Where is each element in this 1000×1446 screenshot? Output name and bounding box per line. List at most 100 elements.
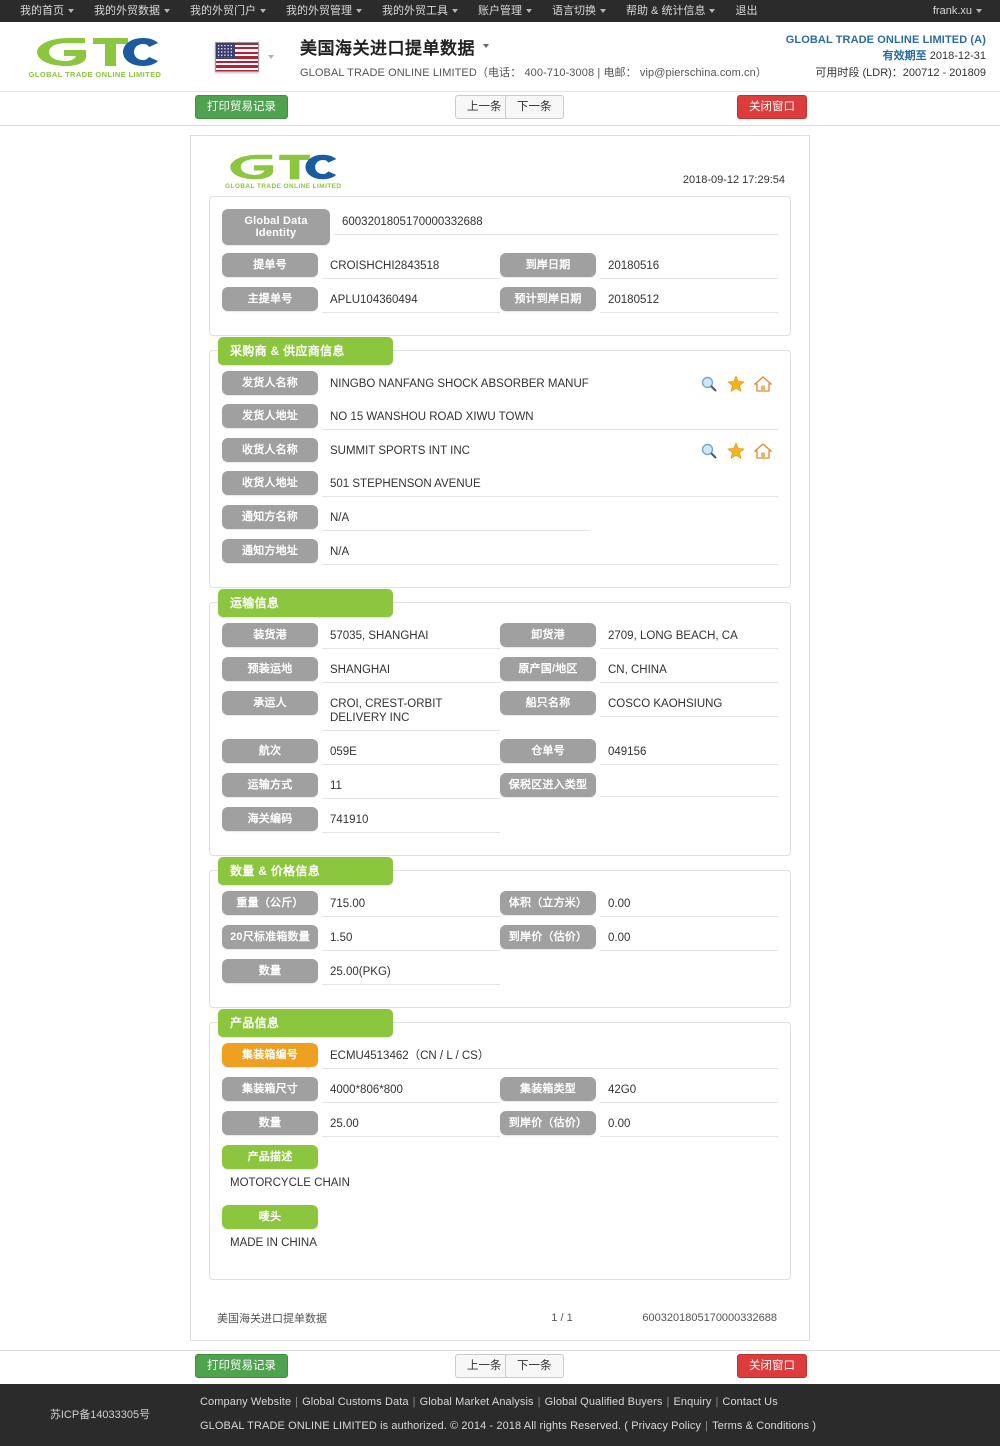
estimated-arrival-label: 预计到岸日期 xyxy=(500,287,596,311)
next-record-button[interactable]: 下一条 xyxy=(505,95,564,119)
account-date-range: 可用时段 (LDR)：200712 - 201809 xyxy=(815,66,986,79)
us-flag-icon xyxy=(215,41,259,72)
site-header: GLOBAL TRADE ONLINE LIMITED 美国海关进口提单数据 G… xyxy=(0,22,1000,92)
site-footer: 苏ICP备14033305号 Company Website | Global Cu… xyxy=(0,1384,1000,1446)
close-window-button-bottom[interactable]: 关闭窗口 xyxy=(737,1354,807,1378)
star-icon[interactable] xyxy=(727,442,745,460)
nav-item-portal[interactable]: 我的外贸门户 xyxy=(180,0,276,22)
search-icon[interactable] xyxy=(700,375,718,393)
shipper-address-row: 发货人地址 NO 15 WANSHOU ROAD XIWU TOWN xyxy=(222,404,778,430)
master-bill-label: 主提单号 xyxy=(222,287,318,311)
carrier-label: 承运人 xyxy=(222,691,318,715)
nav-item-home[interactable]: 我的首页 xyxy=(10,0,84,22)
user-menu[interactable]: frank.xu xyxy=(933,5,990,17)
next-record-button-bottom[interactable]: 下一条 xyxy=(505,1354,564,1378)
transport-panel-title: 运输信息 xyxy=(218,589,393,617)
container-size-value: 4000*806*800 xyxy=(322,1077,500,1103)
notify-name-value: N/A xyxy=(322,505,589,531)
nav-item-language-label: 语言切换 xyxy=(552,5,596,17)
warehouse-no-label: 仓单号 xyxy=(500,739,596,763)
master-bill-value: APLU104360494 xyxy=(322,287,500,313)
copyright-suffix: ) xyxy=(812,1420,817,1432)
document-logo: GLOBAL TRADE ONLINE LIMITED xyxy=(225,152,345,190)
product-description-label: 产品描述 xyxy=(222,1145,318,1169)
footer-link-contact-us[interactable]: Contact Us xyxy=(722,1396,777,1408)
origin-country-label: 原产国/地区 xyxy=(500,657,596,681)
footer-link-global-qualified-buyers[interactable]: Global Qualified Buyers xyxy=(545,1396,663,1408)
chevron-down-icon xyxy=(164,9,170,14)
shipper-name-value: NINGBO NANFANG SHOCK ABSORBER MANUF xyxy=(330,378,589,390)
footer-link-global-customs-data[interactable]: Global Customs Data xyxy=(302,1396,408,1408)
shipper-name-row: 发货人名称 NINGBO NANFANG SHOCK ABSORBER MANU… xyxy=(222,371,778,396)
parties-panel: 采购商 & 供应商信息 发货人名称 NINGBO NANFANG SHOCK A… xyxy=(209,337,791,588)
transport-panel: 运输信息 装货港 57035, SHANGHAI 卸货港 2709, LONG … xyxy=(209,589,791,856)
print-record-button-bottom[interactable]: 打印贸易记录 xyxy=(195,1354,288,1378)
chevron-down-icon xyxy=(68,9,74,14)
nav-item-language[interactable]: 语言切换 xyxy=(542,0,616,22)
footer-link-company-website[interactable]: Company Website xyxy=(200,1396,291,1408)
footer-link-global-market-analysis[interactable]: Global Market Analysis xyxy=(420,1396,534,1408)
vessel-name-value: COSCO KAOHSIUNG xyxy=(600,691,778,717)
transport-mode-value: 11 xyxy=(322,773,500,799)
nav-item-management-label: 我的外贸管理 xyxy=(286,5,352,17)
chevron-down-icon xyxy=(600,9,606,14)
product-cif-value: 0.00 xyxy=(600,1111,778,1137)
shipper-name-label: 发货人名称 xyxy=(222,371,318,395)
parties-panel-title: 采购商 & 供应商信息 xyxy=(218,337,393,365)
document-logo-tagline: GLOBAL TRADE ONLINE LIMITED xyxy=(225,183,342,190)
country-selector[interactable] xyxy=(215,41,274,72)
document-source: 美国海关进口提单数据 xyxy=(217,1313,327,1325)
search-icon[interactable] xyxy=(700,442,718,460)
close-window-button[interactable]: 关闭窗口 xyxy=(737,95,807,119)
nav-item-tools[interactable]: 我的外贸工具 xyxy=(372,0,468,22)
footer-separator: | xyxy=(537,1396,541,1408)
nav-item-management[interactable]: 我的外贸管理 xyxy=(276,0,372,22)
weight-row: 重量（公斤） 715.00 体积（立方米） 0.00 xyxy=(222,891,778,917)
quantity-label: 数量 xyxy=(222,959,318,983)
consignee-name-label: 收货人名称 xyxy=(222,438,318,462)
arrival-date-value: 20180516 xyxy=(600,253,778,279)
chevron-down-icon xyxy=(709,9,716,14)
page-subtitle: GLOBAL TRADE ONLINE LIMITED（电话： 400-710-… xyxy=(300,66,767,79)
footer-link-enquiry[interactable]: Enquiry xyxy=(673,1396,711,1408)
home-icon[interactable] xyxy=(753,375,773,393)
home-icon[interactable] xyxy=(753,442,773,460)
nav-item-help-stats[interactable]: 帮助 & 统计信息 xyxy=(616,0,725,22)
weight-value: 715.00 xyxy=(322,891,500,917)
container-size-label: 集装箱尺寸 xyxy=(222,1077,318,1101)
global-data-identity-label: Global Data Identity xyxy=(222,209,330,245)
teu-label: 20尺标准箱数量 xyxy=(222,925,318,949)
product-quantity-row: 数量 25.00 到岸价（估价） 0.00 xyxy=(222,1111,778,1137)
print-record-button[interactable]: 打印贸易记录 xyxy=(195,95,288,119)
carrier-value: CROI, CREST-ORBIT DELIVERY INC xyxy=(322,691,500,731)
gto-logo-icon xyxy=(31,35,159,69)
consignee-name-value: SUMMIT SPORTS INT INC xyxy=(330,445,470,457)
consignee-address-row: 收货人地址 501 STEPHENSON AVENUE xyxy=(222,471,778,497)
preload-location-label: 预装运地 xyxy=(222,657,318,681)
container-no-label: 集装箱编号 xyxy=(222,1043,318,1067)
nav-item-trade-data-label: 我的外贸数据 xyxy=(94,5,160,17)
product-quantity-value: 25.00 xyxy=(322,1111,500,1137)
nav-item-tools-label: 我的外贸工具 xyxy=(382,5,448,17)
container-no-row: 集装箱编号 ECMU4513462（CN / L / CS） xyxy=(222,1043,778,1069)
nav-item-account[interactable]: 账户管理 xyxy=(468,0,542,22)
customs-code-value: 741910 xyxy=(322,807,500,833)
star-icon[interactable] xyxy=(727,375,745,393)
footer-link-privacy-policy[interactable]: Privacy Policy xyxy=(631,1420,701,1432)
teu-value: 1.50 xyxy=(322,925,500,951)
document-page-number: 1 / 1 xyxy=(551,1312,573,1324)
nav-item-trade-data[interactable]: 我的外贸数据 xyxy=(84,0,180,22)
chevron-down-icon[interactable] xyxy=(483,44,489,48)
gto-logo-icon xyxy=(225,152,337,182)
origin-country-value: CN, CHINA xyxy=(600,657,778,683)
notify-address-row: 通知方地址 N/A xyxy=(222,539,778,565)
account-info: GLOBAL TRADE ONLINE LIMITED (A) 有效期至 201… xyxy=(786,32,986,82)
quantity-value: 25.00(PKG) xyxy=(322,959,500,985)
footer-link-terms-conditions[interactable]: Terms & Conditions xyxy=(712,1420,809,1432)
product-mark-row: 唛头 MADE IN CHINA xyxy=(222,1205,778,1257)
footer-separator: | xyxy=(666,1396,670,1408)
preload-location-value: SHANGHAI xyxy=(322,657,500,683)
nav-item-logout[interactable]: 退出 xyxy=(725,0,767,22)
bill-number-row: 提单号 CROISHCHI2843518 到岸日期 20180516 xyxy=(222,253,778,279)
site-logo[interactable]: GLOBAL TRADE ONLINE LIMITED xyxy=(20,35,170,79)
